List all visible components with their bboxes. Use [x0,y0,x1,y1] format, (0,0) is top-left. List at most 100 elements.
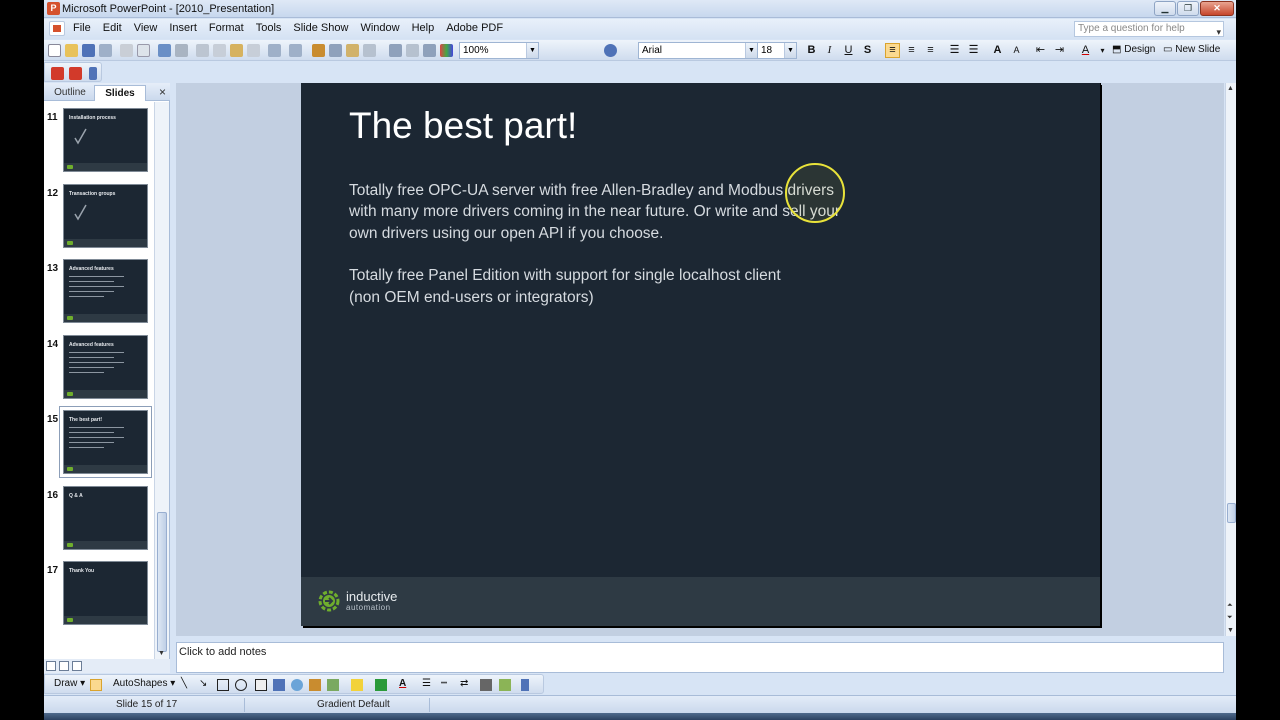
show-formatting-icon[interactable] [406,44,419,57]
document-control-icon[interactable] [49,21,65,36]
scrollbar-thumb[interactable] [157,512,167,652]
font-color-button[interactable]: A [1078,43,1093,58]
chevron-down-icon[interactable]: ▾ [1216,25,1221,39]
chevron-down-icon[interactable]: ▼ [745,43,757,58]
insert-chart-icon[interactable] [312,44,325,57]
new-document-icon[interactable] [48,44,61,57]
toolbar-options-icon[interactable] [521,679,529,691]
italic-button[interactable]: I [822,43,837,58]
slide-thumbnail-row[interactable]: 14 Advanced features [44,329,154,399]
slide-thumbnail-row[interactable]: 13 Advanced features [44,253,154,323]
menu-item-edit[interactable]: Edit [103,22,128,34]
thumbnails-scrollbar[interactable]: ▼ [154,102,169,659]
slide-thumbnail-row[interactable]: 17 Thank You [44,555,154,625]
slide-thumbnail[interactable]: Installation process [63,108,148,172]
undo-icon[interactable] [268,44,281,57]
line-color-icon[interactable] [375,679,387,691]
permission-icon[interactable] [99,44,112,57]
help-icon[interactable] [604,44,617,57]
autoshapes-menu-button[interactable]: AutoShapes ▾ [113,678,175,689]
slide-sorter-view-icon[interactable] [59,661,69,671]
fill-color-icon[interactable] [351,679,363,691]
menu-item-tools[interactable]: Tools [256,22,288,34]
font-color-dropdown[interactable]: ▾ [1095,43,1110,58]
menu-item-slide-show[interactable]: Slide Show [293,22,354,34]
insert-picture-icon[interactable] [346,44,359,57]
format-painter-icon[interactable] [247,44,260,57]
close-window-button[interactable]: ✕ [1200,1,1234,16]
select-objects-icon[interactable] [90,679,102,691]
slide-show-view-icon[interactable] [72,661,82,671]
convert-and-email-icon[interactable] [69,67,82,80]
tab-slides[interactable]: Slides [94,85,146,101]
print-icon[interactable] [120,44,133,57]
redo-icon[interactable] [289,44,302,57]
line-tool-icon[interactable]: ╲ [181,678,187,689]
slide-scrollbar[interactable]: ▲ ⏶ ⏷ ▼ [1225,83,1236,636]
insert-diagram-icon[interactable] [363,44,376,57]
current-slide[interactable]: The best part! Totally free OPC-UA serve… [301,83,1100,626]
color-grayscale-icon[interactable] [440,44,453,57]
maximize-button[interactable]: ❐ [1177,1,1199,16]
new-slide-button[interactable]: ▭ New Slide [1163,44,1220,55]
scroll-down-icon[interactable]: ▼ [158,650,165,657]
oval-tool-icon[interactable] [235,679,247,691]
rectangle-tool-icon[interactable] [217,679,229,691]
menu-item-view[interactable]: View [134,22,164,34]
slide-title[interactable]: The best part! [349,105,577,147]
drawing-font-color-icon[interactable]: A [399,678,406,689]
wordart-icon[interactable] [273,679,285,691]
slide-thumbnail[interactable]: Advanced features [63,259,148,323]
align-right-button[interactable]: ≡ [923,43,938,58]
print-preview-icon[interactable] [137,44,150,57]
font-select[interactable]: Arial ▼ [638,42,758,59]
next-slide-icon[interactable]: ⏷ [1227,614,1233,622]
slide-thumbnail[interactable]: Q & A [63,485,148,550]
spelling-icon[interactable] [158,44,171,57]
slide-thumbnail[interactable]: Transaction groups [63,183,148,248]
slide-thumbnail[interactable]: Advanced features [63,334,148,399]
align-left-button[interactable]: ≡ [885,43,900,58]
zoom-select[interactable]: 100% ▼ [459,42,539,59]
help-search-input[interactable]: Type a question for help ▾ [1074,21,1224,37]
diagram-icon[interactable] [291,679,303,691]
open-folder-icon[interactable] [65,44,78,57]
shadow-button[interactable]: S [860,43,875,58]
design-button[interactable]: ⬒ Design [1112,44,1155,55]
menu-item-adobe-pdf[interactable]: Adobe PDF [446,22,509,34]
chevron-down-icon[interactable]: ▼ [526,43,538,58]
menu-item-file[interactable]: File [73,22,97,34]
slide-thumbnail-row[interactable]: 12 Transaction groups [44,178,154,248]
save-icon[interactable] [82,44,95,57]
draw-menu-button[interactable]: Draw ▾ [54,678,85,689]
scrollbar-thumb[interactable] [1227,503,1236,523]
menu-item-help[interactable]: Help [412,22,441,34]
expand-all-icon[interactable] [389,44,402,57]
underline-button[interactable]: U [841,43,856,58]
3d-style-icon[interactable] [499,679,511,691]
tab-outline[interactable]: Outline [50,85,90,101]
increase-font-button[interactable]: A [990,43,1005,58]
insert-picture-icon[interactable] [327,679,339,691]
slide-thumbnail-row[interactable]: 16 Q & A [44,480,154,550]
text-box-icon[interactable] [255,679,267,691]
line-style-icon[interactable]: ☰ [422,678,431,689]
bold-button[interactable]: B [804,43,819,58]
numbering-button[interactable]: ☰ [947,43,962,58]
research-icon[interactable] [175,44,188,57]
paste-icon[interactable] [230,44,243,57]
copy-icon[interactable] [213,44,226,57]
show-grid-icon[interactable] [423,44,436,57]
normal-view-icon[interactable] [46,661,56,671]
slide-body-text[interactable]: Totally free OPC-UA server with free All… [349,180,840,308]
menu-item-window[interactable]: Window [360,22,405,34]
minimize-button[interactable]: ▁ [1154,1,1176,16]
arrow-tool-icon[interactable]: ↘ [199,678,207,689]
shadow-style-icon[interactable] [480,679,492,691]
menu-item-insert[interactable]: Insert [169,22,203,34]
slide-thumbnail-row[interactable]: 11 Installation process [44,102,154,172]
arrow-style-icon[interactable]: ⇄ [460,678,468,689]
previous-slide-icon[interactable]: ⏶ [1227,602,1233,610]
decrease-indent-button[interactable]: ⇤ [1033,43,1048,58]
increase-indent-button[interactable]: ⇥ [1052,43,1067,58]
